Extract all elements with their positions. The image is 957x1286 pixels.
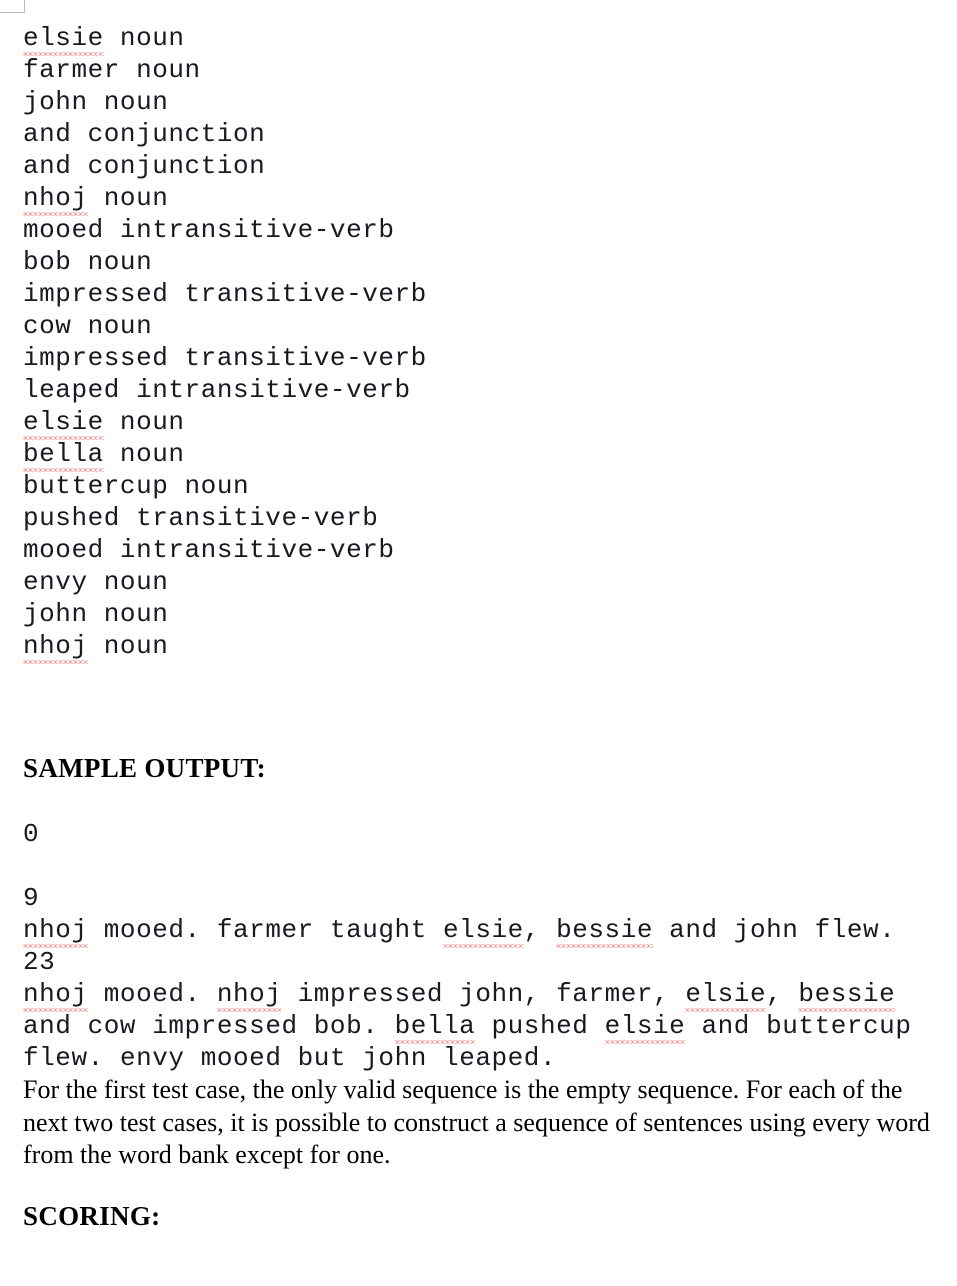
word-bank-line: nhoj noun (23, 631, 169, 664)
word-bank-line: mooed intransitive-verb (23, 535, 395, 565)
explanation-paragraph: For the first test case, the only valid … (23, 1075, 930, 1169)
spellcheck-word: nhoj (23, 915, 88, 948)
word-bank-line: mooed intransitive-verb (23, 215, 395, 245)
spellcheck-word: elsie (23, 407, 104, 440)
sample-output-line: and cow impressed bob. bella pushed elsi… (23, 1011, 912, 1044)
word-bank-line: buttercup noun (23, 471, 250, 501)
spellcheck-word: nhoj (23, 183, 88, 216)
spellcheck-word: bella (394, 1011, 476, 1044)
word-bank-line: and conjunction (23, 151, 266, 181)
spellcheck-word: bessie (798, 979, 896, 1012)
spellcheck-word: elsie (685, 979, 767, 1012)
word-bank-line: elsie noun (23, 23, 185, 56)
word-bank-line: bella noun (23, 439, 185, 472)
scoring-heading: SCORING: (23, 1201, 161, 1231)
sample-output-line: nhoj mooed. farmer taught elsie, bessie … (23, 915, 896, 948)
spellcheck-word: elsie (23, 23, 104, 56)
word-bank-line: envy noun (23, 567, 169, 597)
word-bank-line: john noun (23, 87, 169, 117)
spellcheck-word: bessie (556, 915, 654, 948)
word-bank-line: cow noun (23, 311, 153, 341)
word-bank-line: impressed transitive-verb (23, 343, 427, 373)
spellcheck-word: nhoj (23, 979, 88, 1012)
sample-output-line: 9 (23, 883, 40, 913)
word-bank-line: leaped intransitive-verb (23, 375, 411, 405)
spellcheck-word: bella (23, 439, 104, 472)
word-bank-line: john noun (23, 599, 169, 629)
spellcheck-word: elsie (443, 915, 524, 948)
sample-output-list: 0 9 nhoj mooed. farmer taught elsie, bess… (23, 818, 911, 1074)
word-bank-line: elsie noun (23, 407, 185, 440)
word-bank-line: bob noun (23, 247, 153, 277)
sample-output-line: nhoj mooed. nhoj impressed john, farmer,… (23, 979, 896, 1012)
spellcheck-word: nhoj (216, 979, 282, 1012)
word-bank-list: elsie noun farmer noun john noun and conjun… (23, 22, 427, 664)
spellcheck-word: nhoj (23, 631, 88, 664)
sample-output-line (23, 850, 911, 882)
word-bank-line: farmer noun (23, 55, 201, 85)
word-bank-line: impressed transitive-verb (23, 279, 427, 309)
clipped-box-fragment (0, 0, 25, 13)
sample-output-line: 0 (23, 819, 40, 849)
sample-output-line: 23 (23, 947, 56, 977)
sample-output-heading: SAMPLE OUTPUT: (23, 753, 266, 783)
spellcheck-word: elsie (604, 1011, 686, 1044)
word-bank-line: nhoj noun (23, 183, 169, 216)
sample-output-line: flew. envy mooed but john leaped. (23, 1043, 557, 1073)
word-bank-line: and conjunction (23, 119, 266, 149)
word-bank-line: pushed transitive-verb (23, 503, 379, 533)
